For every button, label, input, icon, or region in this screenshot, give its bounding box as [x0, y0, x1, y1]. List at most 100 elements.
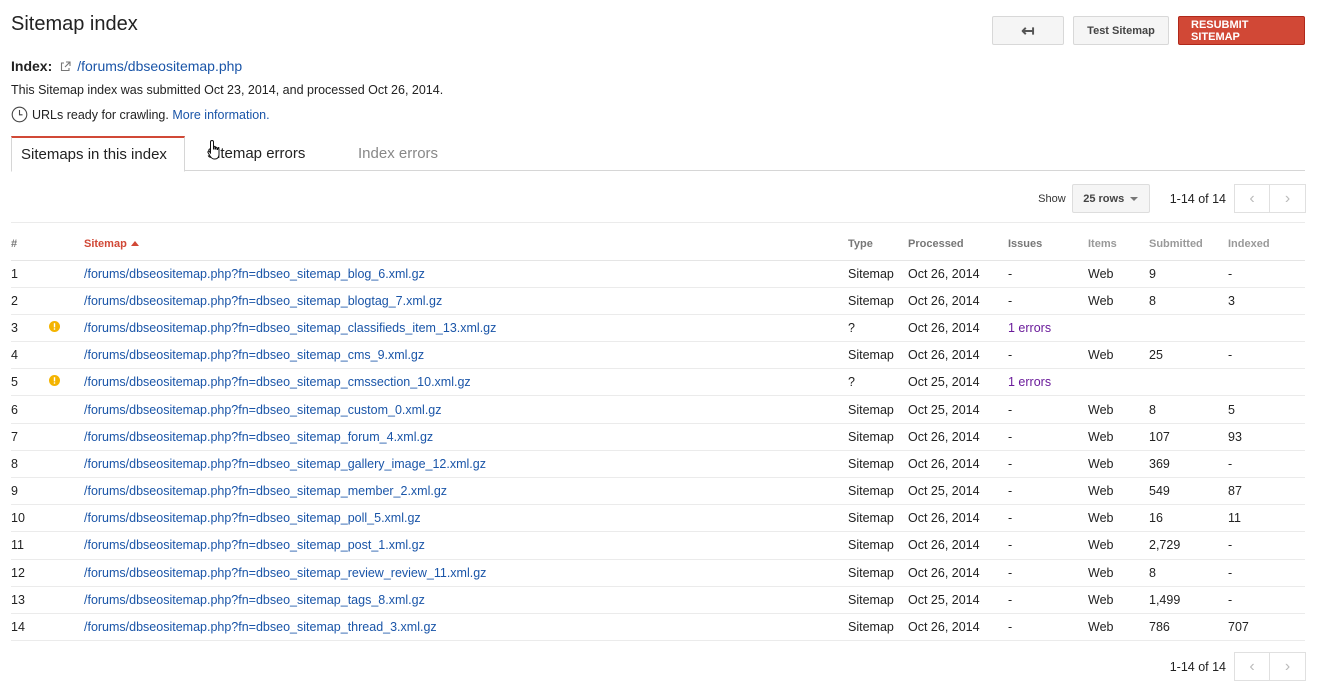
test-sitemap-button[interactable]: Test Sitemap: [1073, 16, 1169, 45]
prev-page-button[interactable]: ‹: [1234, 184, 1270, 213]
cell-indexed: 3: [1228, 287, 1305, 315]
cell-sitemap-link[interactable]: /forums/dbseositemap.php?fn=dbseo_sitema…: [84, 559, 848, 587]
cell-submitted: 25: [1149, 341, 1228, 370]
cell-type: Sitemap: [848, 287, 908, 315]
cell-submitted: [1149, 314, 1228, 343]
cell-type: ?: [848, 368, 908, 397]
table-body: 1/forums/dbseositemap.php?fn=dbseo_sitem…: [11, 260, 1305, 642]
next-page-button[interactable]: ›: [1270, 184, 1306, 213]
cell-processed: Oct 26, 2014: [908, 613, 1008, 642]
pagination-range: 1-14 of 14: [1169, 191, 1226, 206]
table-row: 14/forums/dbseositemap.php?fn=dbseo_site…: [11, 613, 1305, 642]
clock-icon: [11, 106, 28, 123]
cell-submitted: 549: [1149, 477, 1228, 506]
tab-sitemaps-in-index[interactable]: Sitemaps in this index: [11, 136, 185, 172]
cell-issues: -: [1008, 423, 1088, 451]
header-issues[interactable]: Issues: [1008, 228, 1088, 261]
table-row: 2/forums/dbseositemap.php?fn=dbseo_sitem…: [11, 287, 1305, 315]
more-information-link[interactable]: More information.: [172, 108, 269, 122]
cell-sitemap-link[interactable]: /forums/dbseositemap.php?fn=dbseo_sitema…: [84, 531, 848, 560]
header-sitemap[interactable]: Sitemap: [84, 228, 848, 261]
tab-index-errors[interactable]: Index errors: [349, 136, 447, 171]
resubmit-sitemap-button[interactable]: RESUBMIT SITEMAP: [1178, 16, 1305, 45]
cell-sitemap-link[interactable]: /forums/dbseositemap.php?fn=dbseo_sitema…: [84, 314, 848, 343]
cell-processed: Oct 25, 2014: [908, 368, 1008, 397]
cell-issues[interactable]: 1 errors: [1008, 314, 1088, 343]
cell-submitted: 8: [1149, 287, 1228, 315]
cell-indexed: -: [1228, 531, 1305, 560]
cell-items: Web: [1088, 504, 1149, 533]
show-label: Show: [1038, 192, 1066, 205]
cell-warning: [49, 287, 84, 315]
header-warning: [49, 228, 84, 261]
table-row: 8/forums/dbseositemap.php?fn=dbseo_sitem…: [11, 450, 1305, 479]
next-page-button[interactable]: ›: [1270, 652, 1306, 681]
cell-number: 8: [11, 450, 49, 479]
header-processed[interactable]: Processed: [908, 228, 1008, 261]
cell-warning: [49, 559, 84, 587]
index-line: Index: /forums/dbseositemap.php: [11, 58, 242, 74]
cell-submitted: 786: [1149, 613, 1228, 642]
table-row: 3/forums/dbseositemap.php?fn=dbseo_sitem…: [11, 314, 1305, 343]
cell-sitemap-link[interactable]: /forums/dbseositemap.php?fn=dbseo_sitema…: [84, 450, 848, 479]
pager-top: Show 25 rows 1-14 of 14 ‹ ›: [1038, 184, 1306, 213]
cell-processed: Oct 25, 2014: [908, 477, 1008, 506]
cell-sitemap-link[interactable]: /forums/dbseositemap.php?fn=dbseo_sitema…: [84, 368, 848, 397]
header-type[interactable]: Type: [848, 228, 908, 261]
pagination-range: 1-14 of 14: [1169, 659, 1226, 674]
cell-issues: -: [1008, 341, 1088, 370]
header-sitemap-label: Sitemap: [84, 237, 127, 250]
cell-indexed: 5: [1228, 395, 1305, 424]
cell-items: Web: [1088, 477, 1149, 506]
cell-type: ?: [848, 314, 908, 343]
cell-processed: Oct 26, 2014: [908, 260, 1008, 288]
prev-page-button[interactable]: ‹: [1234, 652, 1270, 681]
cell-sitemap-link[interactable]: /forums/dbseositemap.php?fn=dbseo_sitema…: [84, 260, 848, 288]
cell-submitted: 2,729: [1149, 531, 1228, 560]
table-row: 1/forums/dbseositemap.php?fn=dbseo_sitem…: [11, 260, 1305, 288]
cell-issues: -: [1008, 260, 1088, 288]
hand-cursor-icon: [207, 139, 223, 164]
external-link-icon[interactable]: [60, 60, 71, 72]
rows-per-page-select[interactable]: 25 rows: [1071, 184, 1150, 213]
cell-sitemap-link[interactable]: /forums/dbseositemap.php?fn=dbseo_sitema…: [84, 477, 848, 506]
cell-submitted: 107: [1149, 423, 1228, 451]
cell-sitemap-link[interactable]: /forums/dbseositemap.php?fn=dbseo_sitema…: [84, 395, 848, 424]
cell-processed: Oct 26, 2014: [908, 504, 1008, 533]
cell-warning: [49, 260, 84, 288]
cell-items: Web: [1088, 586, 1149, 614]
cell-submitted: 8: [1149, 559, 1228, 587]
header-number[interactable]: #: [11, 228, 49, 261]
cell-sitemap-link[interactable]: /forums/dbseositemap.php?fn=dbseo_sitema…: [84, 613, 848, 642]
cell-processed: Oct 26, 2014: [908, 341, 1008, 370]
cell-sitemap-link[interactable]: /forums/dbseositemap.php?fn=dbseo_sitema…: [84, 287, 848, 315]
cell-items: Web: [1088, 395, 1149, 424]
cell-indexed: -: [1228, 450, 1305, 479]
index-path-link[interactable]: /forums/dbseositemap.php: [77, 58, 242, 74]
cell-sitemap-link[interactable]: /forums/dbseositemap.php?fn=dbseo_sitema…: [84, 423, 848, 451]
index-label: Index:: [11, 58, 53, 74]
cell-number: 6: [11, 395, 49, 424]
cell-items: Web: [1088, 613, 1149, 642]
cell-issues: -: [1008, 395, 1088, 424]
page-title: Sitemap index: [11, 13, 138, 35]
cell-type: Sitemap: [848, 477, 908, 506]
cell-processed: Oct 26, 2014: [908, 559, 1008, 587]
cell-issues[interactable]: 1 errors: [1008, 368, 1088, 397]
cell-warning: [49, 586, 84, 614]
table-row: 9/forums/dbseositemap.php?fn=dbseo_sitem…: [11, 477, 1305, 506]
sort-ascending-icon: [130, 240, 139, 246]
cell-sitemap-link[interactable]: /forums/dbseositemap.php?fn=dbseo_sitema…: [84, 341, 848, 370]
cell-indexed: 707: [1228, 613, 1305, 642]
cell-sitemap-link[interactable]: /forums/dbseositemap.php?fn=dbseo_sitema…: [84, 504, 848, 533]
chevron-right-icon: ›: [1284, 189, 1291, 207]
table-row: 11/forums/dbseositemap.php?fn=dbseo_site…: [11, 531, 1305, 560]
cell-number: 12: [11, 559, 49, 587]
cell-sitemap-link[interactable]: /forums/dbseositemap.php?fn=dbseo_sitema…: [84, 586, 848, 614]
cell-warning: [49, 504, 84, 533]
cell-submitted: 369: [1149, 450, 1228, 479]
cell-warning: [49, 368, 84, 397]
cell-submitted: [1149, 368, 1228, 397]
cell-number: 14: [11, 613, 49, 642]
back-button[interactable]: ↤: [992, 16, 1064, 45]
